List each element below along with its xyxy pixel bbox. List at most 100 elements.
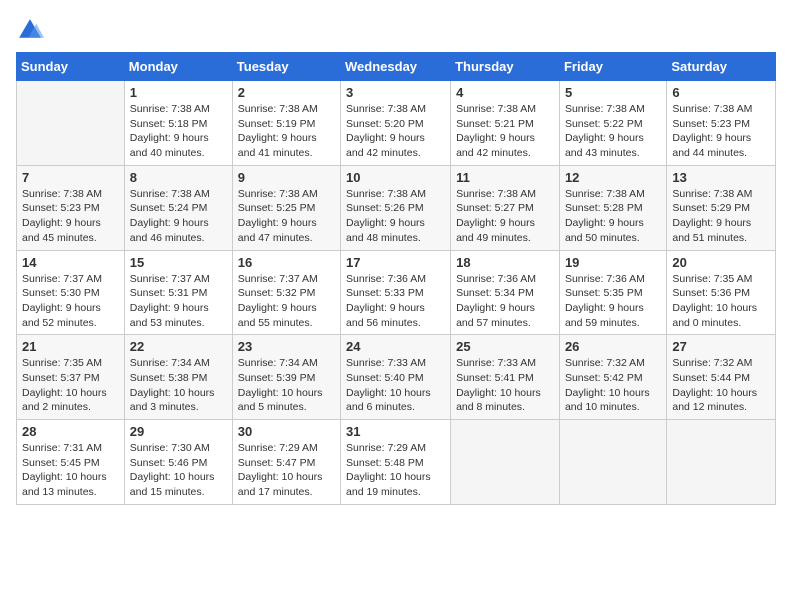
day-number: 23 bbox=[238, 339, 335, 354]
calendar-day-cell: 1 Sunrise: 7:38 AM Sunset: 5:18 PM Daylig… bbox=[124, 81, 232, 166]
logo-icon bbox=[16, 16, 44, 44]
calendar-day-cell: 14Sunrise: 7:37 AM Sunset: 5:30 PM Dayli… bbox=[17, 250, 125, 335]
calendar-day-header: Monday bbox=[124, 53, 232, 81]
day-number: 30 bbox=[238, 424, 335, 439]
day-info: Sunrise: 7:38 AM Sunset: 5:27 PM Dayligh… bbox=[456, 187, 554, 246]
calendar-day-cell: 20 Sunrise: 7:35 AM Sunset: 5:36 PM Dayli… bbox=[667, 250, 776, 335]
day-info: Sunrise: 7:36 AM Sunset: 5:35 PM Dayligh… bbox=[565, 272, 661, 331]
day-number: 6 bbox=[672, 85, 770, 100]
day-number: 12 bbox=[565, 170, 661, 185]
day-info: Sunrise: 7:36 AM Sunset: 5:34 PM Dayligh… bbox=[456, 272, 554, 331]
calendar-week-row: 28 Sunrise: 7:31 AM Sunset: 5:45 PM Dayli… bbox=[17, 420, 776, 505]
day-number: 2 bbox=[238, 85, 335, 100]
calendar-day-cell: 28 Sunrise: 7:31 AM Sunset: 5:45 PM Dayli… bbox=[17, 420, 125, 505]
calendar-day-cell: 25 Sunrise: 7:33 AM Sunset: 5:41 PM Dayli… bbox=[451, 335, 560, 420]
page-header bbox=[16, 16, 776, 44]
day-info: Sunrise: 7:38 AM Sunset: 5:21 PM Dayligh… bbox=[456, 102, 554, 161]
calendar-day-cell: 2Sunrise: 7:38 AM Sunset: 5:19 PM Daylig… bbox=[232, 81, 340, 166]
day-info: Sunrise: 7:37 AM Sunset: 5:30 PM Dayligh… bbox=[22, 272, 119, 331]
calendar-week-row: 21 Sunrise: 7:35 AM Sunset: 5:37 PM Dayli… bbox=[17, 335, 776, 420]
calendar-week-row: 14Sunrise: 7:37 AM Sunset: 5:30 PM Dayli… bbox=[17, 250, 776, 335]
calendar-day-cell bbox=[451, 420, 560, 505]
calendar-table: SundayMondayTuesdayWednesdayThursdayFrid… bbox=[16, 52, 776, 505]
calendar-day-cell bbox=[17, 81, 125, 166]
day-info: Sunrise: 7:38 AM Sunset: 5:23 PM Dayligh… bbox=[22, 187, 119, 246]
day-number: 7 bbox=[22, 170, 119, 185]
day-number: 17 bbox=[346, 255, 445, 270]
calendar-week-row: 1 Sunrise: 7:38 AM Sunset: 5:18 PM Daylig… bbox=[17, 81, 776, 166]
day-info: Sunrise: 7:38 AM Sunset: 5:23 PM Dayligh… bbox=[672, 102, 770, 161]
day-info: Sunrise: 7:37 AM Sunset: 5:31 PM Dayligh… bbox=[130, 272, 227, 331]
day-info: Sunrise: 7:31 AM Sunset: 5:45 PM Dayligh… bbox=[22, 441, 119, 500]
calendar-day-cell: 9Sunrise: 7:38 AM Sunset: 5:25 PM Daylig… bbox=[232, 165, 340, 250]
day-info: Sunrise: 7:32 AM Sunset: 5:42 PM Dayligh… bbox=[565, 356, 661, 415]
day-number: 1 bbox=[130, 85, 227, 100]
day-number: 8 bbox=[130, 170, 227, 185]
day-info: Sunrise: 7:38 AM Sunset: 5:18 PM Dayligh… bbox=[130, 102, 227, 161]
day-info: Sunrise: 7:29 AM Sunset: 5:47 PM Dayligh… bbox=[238, 441, 335, 500]
day-info: Sunrise: 7:34 AM Sunset: 5:39 PM Dayligh… bbox=[238, 356, 335, 415]
calendar-day-cell: 17 Sunrise: 7:36 AM Sunset: 5:33 PM Dayli… bbox=[341, 250, 451, 335]
day-info: Sunrise: 7:38 AM Sunset: 5:24 PM Dayligh… bbox=[130, 187, 227, 246]
day-info: Sunrise: 7:36 AM Sunset: 5:33 PM Dayligh… bbox=[346, 272, 445, 331]
day-number: 28 bbox=[22, 424, 119, 439]
calendar-day-cell: 3 Sunrise: 7:38 AM Sunset: 5:20 PM Daylig… bbox=[341, 81, 451, 166]
day-info: Sunrise: 7:35 AM Sunset: 5:36 PM Dayligh… bbox=[672, 272, 770, 331]
calendar-day-header: Saturday bbox=[667, 53, 776, 81]
day-number: 3 bbox=[346, 85, 445, 100]
calendar-day-cell bbox=[667, 420, 776, 505]
day-number: 19 bbox=[565, 255, 661, 270]
calendar-day-cell: 31Sunrise: 7:29 AM Sunset: 5:48 PM Dayli… bbox=[341, 420, 451, 505]
calendar-day-header: Tuesday bbox=[232, 53, 340, 81]
day-info: Sunrise: 7:33 AM Sunset: 5:41 PM Dayligh… bbox=[456, 356, 554, 415]
calendar-day-cell: 12 Sunrise: 7:38 AM Sunset: 5:28 PM Dayli… bbox=[559, 165, 666, 250]
day-number: 16 bbox=[238, 255, 335, 270]
calendar-day-cell bbox=[559, 420, 666, 505]
day-info: Sunrise: 7:38 AM Sunset: 5:29 PM Dayligh… bbox=[672, 187, 770, 246]
calendar-day-cell: 22Sunrise: 7:34 AM Sunset: 5:38 PM Dayli… bbox=[124, 335, 232, 420]
calendar-day-cell: 4Sunrise: 7:38 AM Sunset: 5:21 PM Daylig… bbox=[451, 81, 560, 166]
calendar-day-cell: 13 Sunrise: 7:38 AM Sunset: 5:29 PM Dayli… bbox=[667, 165, 776, 250]
day-number: 13 bbox=[672, 170, 770, 185]
calendar-day-header: Sunday bbox=[17, 53, 125, 81]
day-number: 24 bbox=[346, 339, 445, 354]
calendar-day-cell: 27 Sunrise: 7:32 AM Sunset: 5:44 PM Dayli… bbox=[667, 335, 776, 420]
calendar-day-cell: 24 Sunrise: 7:33 AM Sunset: 5:40 PM Dayli… bbox=[341, 335, 451, 420]
calendar-week-row: 7 Sunrise: 7:38 AM Sunset: 5:23 PM Daylig… bbox=[17, 165, 776, 250]
day-info: Sunrise: 7:38 AM Sunset: 5:22 PM Dayligh… bbox=[565, 102, 661, 161]
day-info: Sunrise: 7:38 AM Sunset: 5:28 PM Dayligh… bbox=[565, 187, 661, 246]
day-number: 31 bbox=[346, 424, 445, 439]
day-number: 21 bbox=[22, 339, 119, 354]
calendar-header-row: SundayMondayTuesdayWednesdayThursdayFrid… bbox=[17, 53, 776, 81]
day-info: Sunrise: 7:33 AM Sunset: 5:40 PM Dayligh… bbox=[346, 356, 445, 415]
day-info: Sunrise: 7:32 AM Sunset: 5:44 PM Dayligh… bbox=[672, 356, 770, 415]
day-info: Sunrise: 7:38 AM Sunset: 5:26 PM Dayligh… bbox=[346, 187, 445, 246]
day-number: 25 bbox=[456, 339, 554, 354]
calendar-day-cell: 18 Sunrise: 7:36 AM Sunset: 5:34 PM Dayli… bbox=[451, 250, 560, 335]
day-info: Sunrise: 7:30 AM Sunset: 5:46 PM Dayligh… bbox=[130, 441, 227, 500]
calendar-day-cell: 11 Sunrise: 7:38 AM Sunset: 5:27 PM Dayli… bbox=[451, 165, 560, 250]
day-number: 29 bbox=[130, 424, 227, 439]
calendar-day-cell: 23 Sunrise: 7:34 AM Sunset: 5:39 PM Dayli… bbox=[232, 335, 340, 420]
day-number: 9 bbox=[238, 170, 335, 185]
day-info: Sunrise: 7:34 AM Sunset: 5:38 PM Dayligh… bbox=[130, 356, 227, 415]
calendar-day-cell: 19 Sunrise: 7:36 AM Sunset: 5:35 PM Dayli… bbox=[559, 250, 666, 335]
calendar-day-cell: 6 Sunrise: 7:38 AM Sunset: 5:23 PM Daylig… bbox=[667, 81, 776, 166]
day-info: Sunrise: 7:35 AM Sunset: 5:37 PM Dayligh… bbox=[22, 356, 119, 415]
calendar-day-cell: 5Sunrise: 7:38 AM Sunset: 5:22 PM Daylig… bbox=[559, 81, 666, 166]
calendar-day-header: Friday bbox=[559, 53, 666, 81]
day-info: Sunrise: 7:38 AM Sunset: 5:20 PM Dayligh… bbox=[346, 102, 445, 161]
day-number: 20 bbox=[672, 255, 770, 270]
calendar-day-cell: 16 Sunrise: 7:37 AM Sunset: 5:32 PM Dayli… bbox=[232, 250, 340, 335]
day-number: 18 bbox=[456, 255, 554, 270]
calendar-day-cell: 15Sunrise: 7:37 AM Sunset: 5:31 PM Dayli… bbox=[124, 250, 232, 335]
calendar-day-cell: 8 Sunrise: 7:38 AM Sunset: 5:24 PM Daylig… bbox=[124, 165, 232, 250]
calendar-day-cell: 30 Sunrise: 7:29 AM Sunset: 5:47 PM Dayli… bbox=[232, 420, 340, 505]
day-number: 10 bbox=[346, 170, 445, 185]
day-number: 11 bbox=[456, 170, 554, 185]
day-info: Sunrise: 7:37 AM Sunset: 5:32 PM Dayligh… bbox=[238, 272, 335, 331]
calendar-day-cell: 29 Sunrise: 7:30 AM Sunset: 5:46 PM Dayli… bbox=[124, 420, 232, 505]
day-number: 27 bbox=[672, 339, 770, 354]
calendar-day-cell: 21 Sunrise: 7:35 AM Sunset: 5:37 PM Dayli… bbox=[17, 335, 125, 420]
calendar-day-header: Wednesday bbox=[341, 53, 451, 81]
